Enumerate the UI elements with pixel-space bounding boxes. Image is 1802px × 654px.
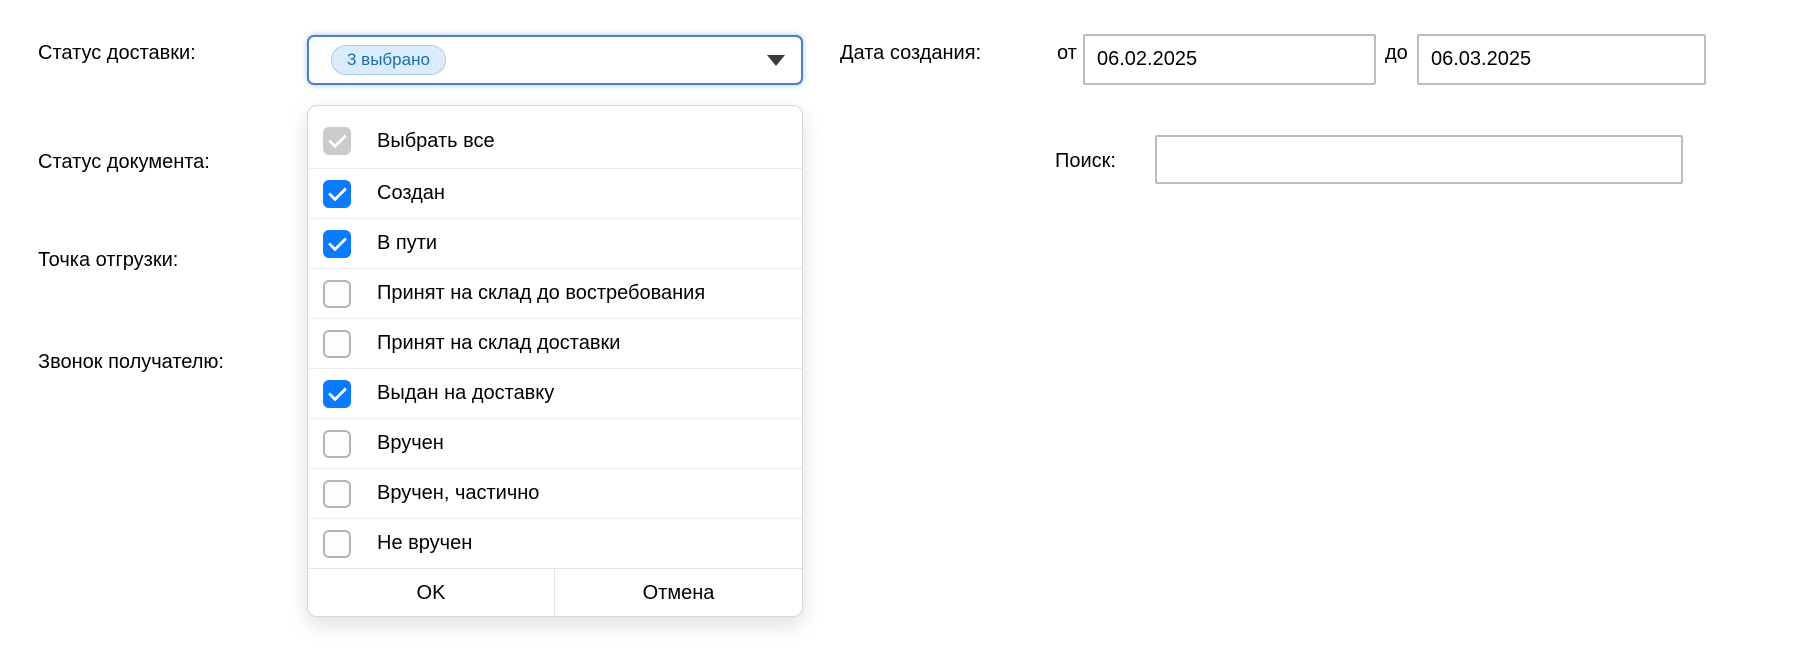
dropdown-option[interactable]: Выдан на доставку	[308, 368, 802, 418]
dropdown-option[interactable]: Принят на склад доставки	[308, 318, 802, 368]
checkbox-unchecked-icon[interactable]	[323, 429, 351, 458]
date-to-input[interactable]	[1417, 34, 1706, 85]
dropdown-option-label: Не вручен	[377, 532, 473, 554]
dropdown-option[interactable]: Не вручен	[308, 518, 802, 568]
dropdown-option[interactable]: Вручен, частично	[308, 468, 802, 518]
date-to-label: до	[1385, 42, 1408, 64]
checkbox-checked-icon[interactable]	[323, 379, 351, 408]
checkbox-partial-icon[interactable]	[323, 127, 351, 155]
checkbox-unchecked-icon[interactable]	[323, 529, 351, 558]
search-label: Поиск:	[1055, 150, 1116, 172]
checkbox-unchecked-icon[interactable]	[323, 279, 351, 308]
dropdown-options-list: Выбрать все Создан В пути Принят на склад д…	[308, 106, 802, 568]
recipient-call-label: Звонок получателю:	[38, 351, 224, 373]
search-input[interactable]	[1155, 135, 1683, 184]
ok-button[interactable]: OK	[308, 569, 555, 616]
document-status-label: Статус документа:	[38, 151, 210, 173]
delivery-status-dropdown-panel: Выбрать все Создан В пути Принят на склад д…	[307, 105, 803, 617]
creation-date-label: Дата создания:	[840, 42, 982, 64]
selected-count-badge: 3 выбрано	[331, 45, 446, 75]
dropdown-option[interactable]: Создан	[308, 168, 802, 218]
dropdown-option[interactable]: В пути	[308, 218, 802, 268]
dropdown-option[interactable]: Вручен	[308, 418, 802, 468]
delivery-status-multiselect[interactable]: 3 выбрано	[307, 35, 803, 85]
dropdown-option[interactable]: Выбрать все	[308, 114, 802, 168]
shipping-point-label: Точка отгрузки:	[38, 249, 179, 271]
dropdown-option-label: Выдан на доставку	[377, 382, 555, 404]
checkbox-checked-icon[interactable]	[323, 179, 351, 208]
dropdown-footer: OK Отмена	[308, 568, 802, 616]
dropdown-option-label: Создан	[377, 182, 445, 204]
dropdown-option-label: Вручен	[377, 432, 444, 454]
date-from-input[interactable]	[1083, 34, 1376, 85]
dropdown-option-label: Выбрать все	[377, 129, 495, 152]
dropdown-option-label: Принят на склад до востребования	[377, 282, 706, 304]
dropdown-option-label: В пути	[377, 232, 438, 254]
chevron-down-icon	[767, 54, 785, 66]
checkbox-unchecked-icon[interactable]	[323, 479, 351, 508]
dropdown-option-label: Вручен, частично	[377, 482, 540, 504]
dropdown-option[interactable]: Принят на склад до востребования	[308, 268, 802, 318]
delivery-status-label: Статус доставки:	[38, 42, 196, 64]
checkbox-unchecked-icon[interactable]	[323, 329, 351, 358]
checkbox-checked-icon[interactable]	[323, 229, 351, 258]
filters-form: Статус доставки: Статус документа: Точка…	[0, 0, 1802, 654]
dropdown-option-label: Принят на склад доставки	[377, 332, 621, 354]
cancel-button[interactable]: Отмена	[555, 569, 802, 616]
date-from-label: от	[1057, 42, 1077, 64]
